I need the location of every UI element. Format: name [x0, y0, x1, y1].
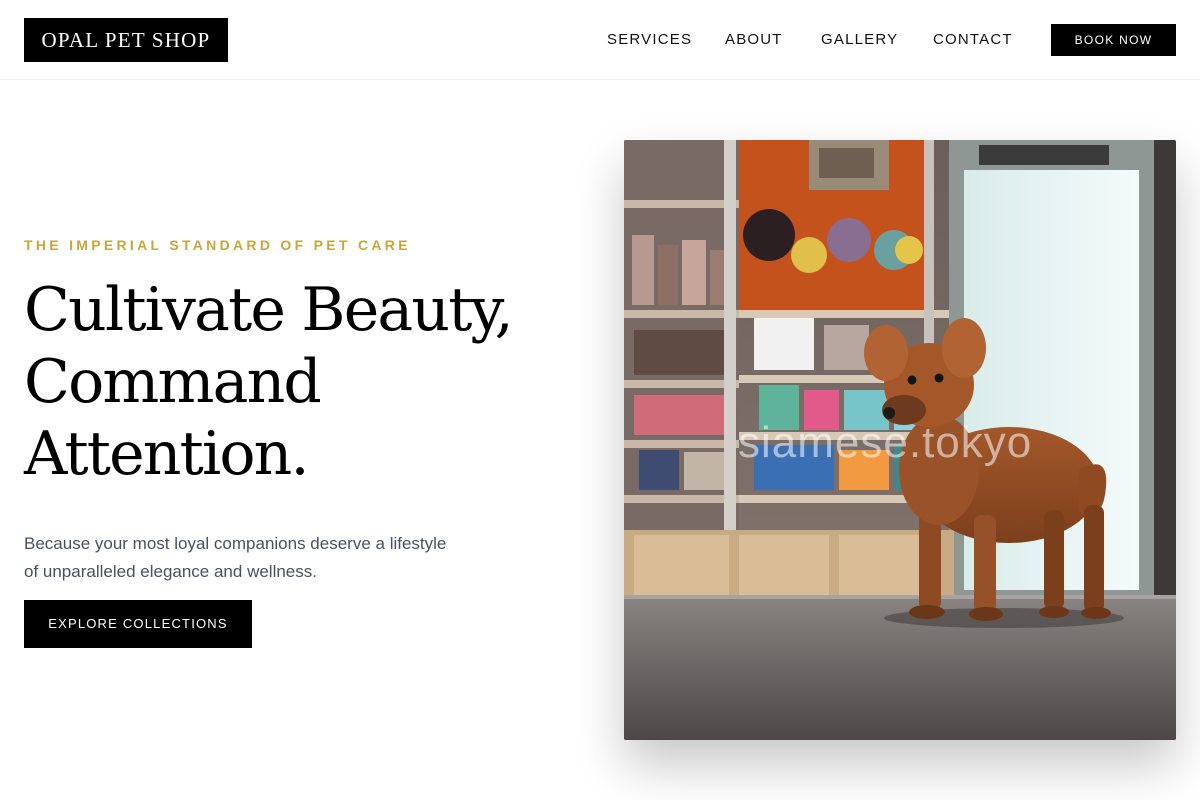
hero-eyebrow: THE IMPERIAL STANDARD OF PET CARE: [24, 237, 411, 253]
hero-subtext: Because your most loyal companions deser…: [24, 534, 447, 581]
nav-link-gallery[interactable]: GALLERY: [821, 31, 898, 48]
nav-link-services[interactable]: SERVICES: [607, 31, 692, 48]
headline-line-2: Command: [24, 347, 322, 417]
site-header: OPAL PET SHOP SERVICES ABOUT GALLERY CON…: [0, 0, 1200, 80]
hero-headline: Cultivate Beauty, Command Attention.: [24, 274, 604, 490]
brand-logo[interactable]: OPAL PET SHOP: [24, 18, 228, 62]
book-now-button[interactable]: BOOK NOW: [1051, 24, 1176, 56]
headline-line-3: Attention.: [24, 419, 310, 489]
nav-link-about[interactable]: ABOUT: [725, 31, 783, 48]
image-watermark: siamese.tokyo: [738, 418, 1033, 467]
explore-collections-button[interactable]: EXPLORE COLLECTIONS: [24, 600, 252, 648]
hero-dog-photo: siamese.tokyo: [624, 140, 1176, 740]
headline-line-1: Cultivate Beauty,: [24, 275, 514, 345]
nav-link-contact[interactable]: CONTACT: [933, 31, 1013, 48]
